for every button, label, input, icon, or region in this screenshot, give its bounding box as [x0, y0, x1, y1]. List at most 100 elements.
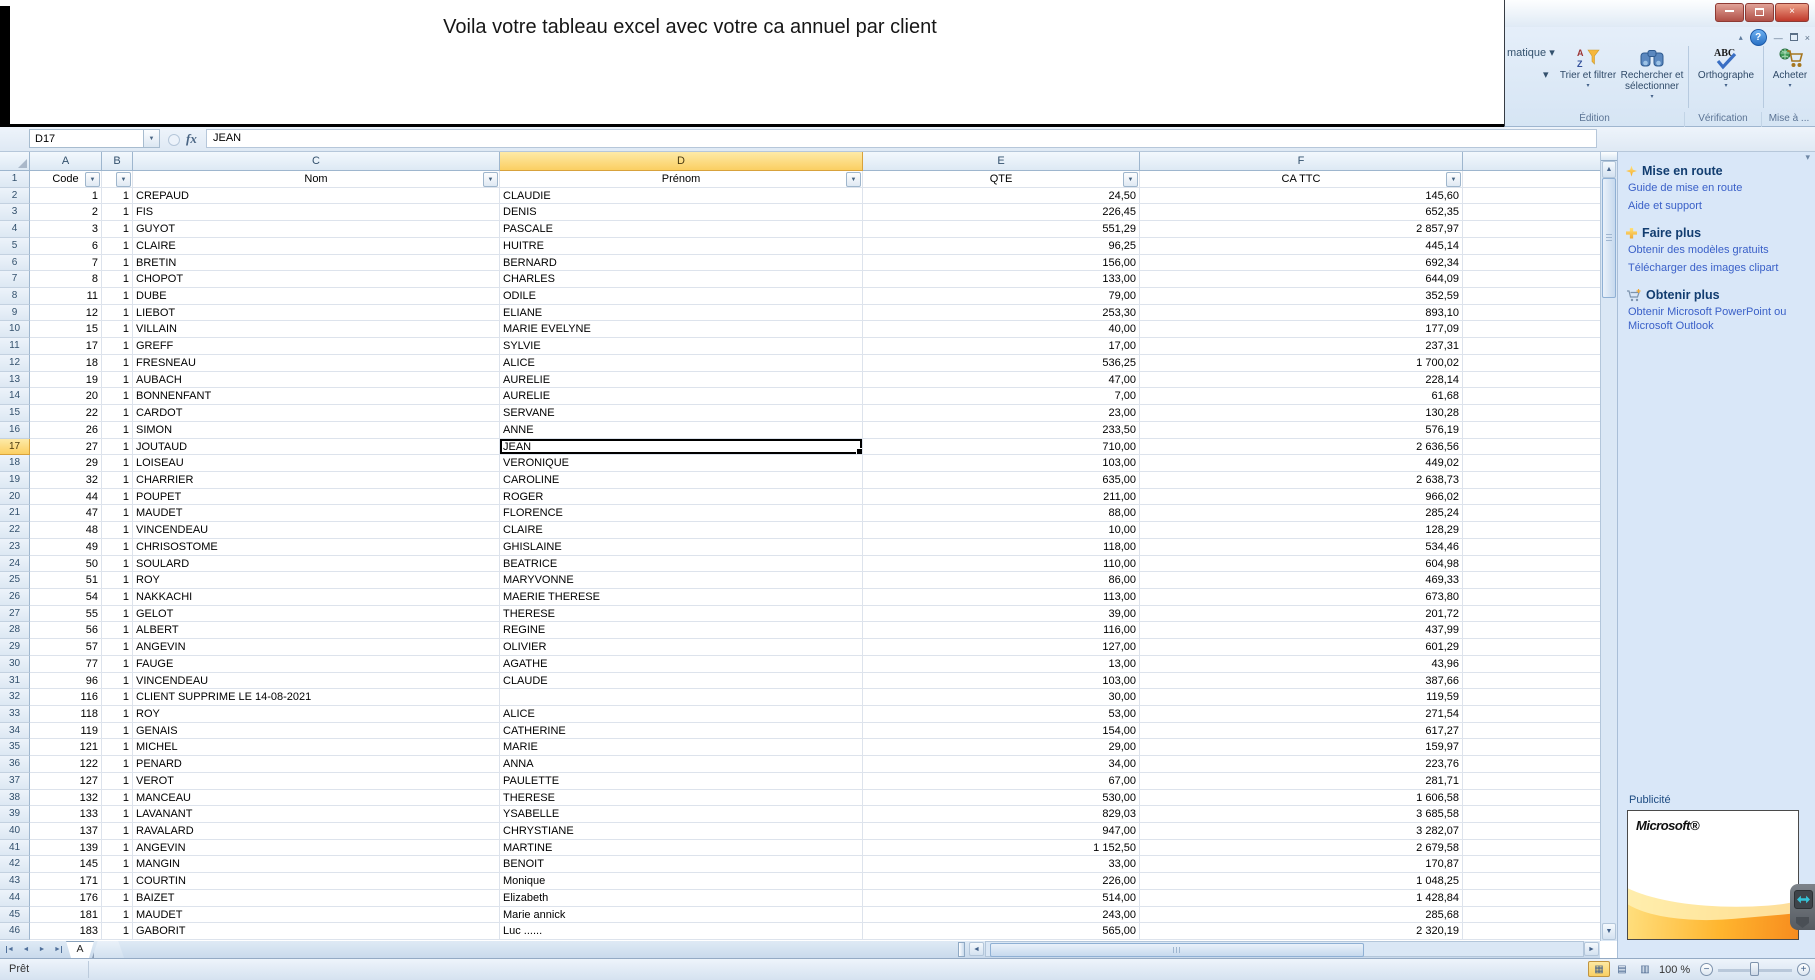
cell[interactable]: [1463, 489, 1600, 506]
row-number[interactable]: 45: [0, 907, 30, 924]
cell[interactable]: 176: [30, 890, 102, 907]
cell[interactable]: GREFF: [133, 338, 500, 355]
cell[interactable]: 530,00: [863, 790, 1140, 807]
cell[interactable]: CLAUDIE: [500, 188, 863, 205]
cell[interactable]: 27: [30, 439, 102, 456]
cell[interactable]: 551,29: [863, 221, 1140, 238]
cell[interactable]: [1463, 505, 1600, 522]
cell[interactable]: 1: [102, 873, 133, 890]
cell[interactable]: 51: [30, 572, 102, 589]
cell[interactable]: 77: [30, 656, 102, 673]
cell[interactable]: 387,66: [1140, 673, 1463, 690]
cell[interactable]: 103,00: [863, 455, 1140, 472]
cell[interactable]: 710,00: [863, 439, 1140, 456]
cell[interactable]: 604,98: [1140, 556, 1463, 573]
cell[interactable]: 1: [102, 689, 133, 706]
cell[interactable]: ROY: [133, 572, 500, 589]
row-number[interactable]: 21: [0, 505, 30, 522]
cell[interactable]: 1: [102, 405, 133, 422]
cell[interactable]: [1463, 372, 1600, 389]
row-number[interactable]: 7: [0, 271, 30, 288]
cell[interactable]: 243,00: [863, 907, 1140, 924]
cell[interactable]: 116: [30, 689, 102, 706]
cell[interactable]: 635,00: [863, 472, 1140, 489]
cell[interactable]: 12: [30, 305, 102, 322]
row-number[interactable]: 41: [0, 840, 30, 857]
cell[interactable]: 55: [30, 606, 102, 623]
cell[interactable]: [1463, 455, 1600, 472]
cell[interactable]: THERESE: [500, 606, 863, 623]
cell[interactable]: 2 636,56: [1140, 439, 1463, 456]
name-box[interactable]: D17: [29, 129, 144, 148]
row-number[interactable]: 35: [0, 739, 30, 756]
row-number[interactable]: 6: [0, 255, 30, 272]
cell[interactable]: 130,28: [1140, 405, 1463, 422]
row-number[interactable]: 19: [0, 472, 30, 489]
cell[interactable]: 1: [102, 255, 133, 272]
cell[interactable]: Code ▼: [30, 171, 102, 188]
next-sheet-button[interactable]: ►: [35, 943, 49, 956]
cell[interactable]: [1463, 756, 1600, 773]
row-number[interactable]: 37: [0, 773, 30, 790]
cell[interactable]: FLORENCE: [500, 505, 863, 522]
cell[interactable]: 1 048,25: [1140, 873, 1463, 890]
link-get-office[interactable]: Obtenir Microsoft PowerPoint ou Microsof…: [1628, 306, 1800, 333]
cell[interactable]: FRESNEAU: [133, 355, 500, 372]
cell[interactable]: 119,59: [1140, 689, 1463, 706]
cell[interactable]: 181: [30, 907, 102, 924]
cell[interactable]: 156,00: [863, 255, 1140, 272]
cell[interactable]: VERONIQUE: [500, 455, 863, 472]
name-box-dropdown[interactable]: ▼: [144, 129, 160, 148]
cell[interactable]: SERVANE: [500, 405, 863, 422]
row-number[interactable]: 39: [0, 806, 30, 823]
cell[interactable]: 1: [102, 439, 133, 456]
cell[interactable]: 228,14: [1140, 372, 1463, 389]
cell[interactable]: SOULARD: [133, 556, 500, 573]
sort-filter-button[interactable]: AZ Trier et filtrer ▾: [1559, 44, 1617, 110]
row-number[interactable]: 13: [0, 372, 30, 389]
cell[interactable]: [1463, 739, 1600, 756]
view-normal-button[interactable]: ▦: [1588, 961, 1610, 977]
find-select-button[interactable]: Rechercher et sélectionner ▾: [1617, 44, 1687, 110]
row-number[interactable]: 33: [0, 706, 30, 723]
cell[interactable]: CHOPOT: [133, 271, 500, 288]
column-header-f[interactable]: F: [1140, 152, 1463, 171]
cell[interactable]: LOISEAU: [133, 455, 500, 472]
cell[interactable]: 103,00: [863, 673, 1140, 690]
row-number[interactable]: 22: [0, 522, 30, 539]
cell[interactable]: 61,68: [1140, 388, 1463, 405]
cell[interactable]: 22: [30, 405, 102, 422]
row-number[interactable]: 27: [0, 606, 30, 623]
cell[interactable]: AURELIE: [500, 372, 863, 389]
cell[interactable]: 20: [30, 388, 102, 405]
cell[interactable]: 170,87: [1140, 856, 1463, 873]
cell[interactable]: CLAUDE: [500, 673, 863, 690]
cell[interactable]: 159,97: [1140, 739, 1463, 756]
cell[interactable]: 1: [102, 372, 133, 389]
cell[interactable]: 118: [30, 706, 102, 723]
cell[interactable]: [1463, 823, 1600, 840]
cell[interactable]: [1463, 840, 1600, 857]
column-header-d[interactable]: D: [500, 152, 863, 171]
row-number[interactable]: 44: [0, 890, 30, 907]
cell[interactable]: 133: [30, 806, 102, 823]
cell[interactable]: 1: [102, 238, 133, 255]
cell[interactable]: 576,19: [1140, 422, 1463, 439]
cell[interactable]: CLAIRE: [133, 238, 500, 255]
cell[interactable]: THERESE: [500, 790, 863, 807]
link-help[interactable]: Aide et support: [1628, 200, 1800, 214]
cell[interactable]: 2 679,58: [1140, 840, 1463, 857]
cell[interactable]: 1: [102, 505, 133, 522]
cell[interactable]: 536,25: [863, 355, 1140, 372]
close-button[interactable]: ×: [1775, 3, 1809, 22]
cell[interactable]: [1463, 522, 1600, 539]
cell[interactable]: 67,00: [863, 773, 1140, 790]
row-number[interactable]: 2: [0, 188, 30, 205]
cell[interactable]: 49: [30, 539, 102, 556]
cell[interactable]: 177,09: [1140, 321, 1463, 338]
cell[interactable]: 23,00: [863, 405, 1140, 422]
row-number[interactable]: 34: [0, 723, 30, 740]
column-header-a[interactable]: A: [30, 152, 102, 171]
cell[interactable]: 1 428,84: [1140, 890, 1463, 907]
cell[interactable]: [1463, 923, 1600, 940]
